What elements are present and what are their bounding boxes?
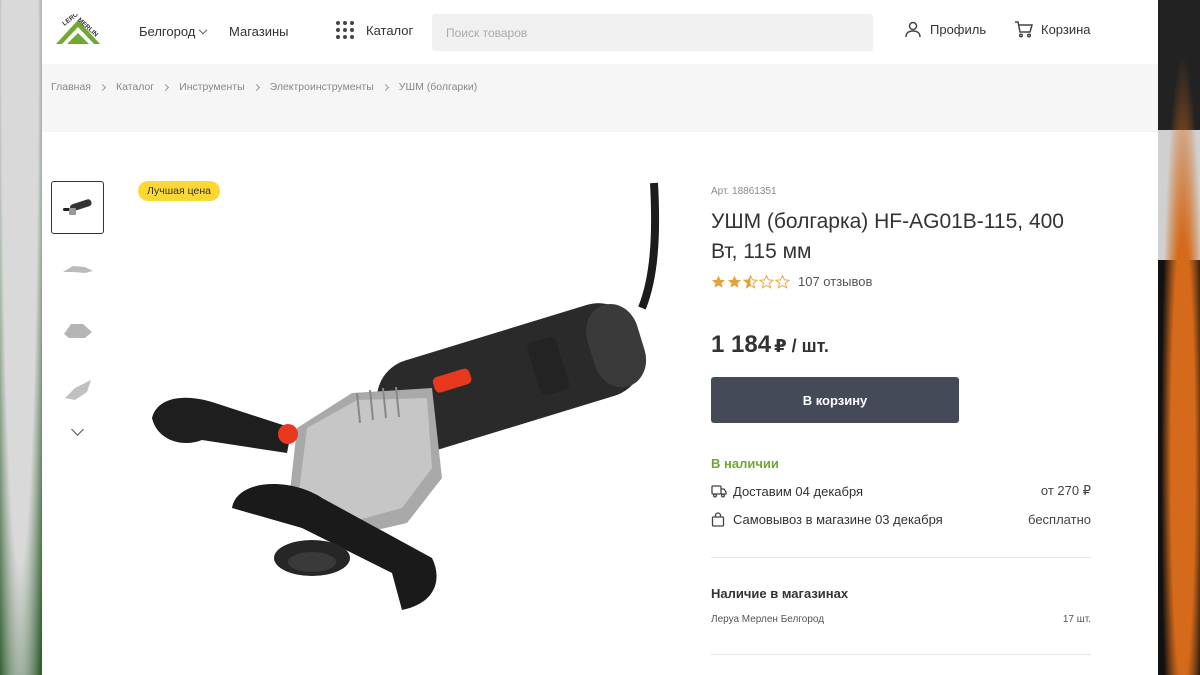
product-title: УШМ (болгарка) HF-AG01B-115, 400 Вт, 115… <box>711 210 1064 263</box>
thumbnail-item[interactable] <box>51 364 104 417</box>
product-image[interactable] <box>142 178 682 623</box>
product-rating: 107 отзывов <box>711 274 872 289</box>
reviews-link[interactable]: 107 отзывов <box>798 274 872 289</box>
stock-status: В наличии <box>711 456 779 471</box>
thumbnail-list <box>51 181 104 445</box>
star-empty-icon <box>775 274 790 289</box>
store-availability-title: Наличие в магазинах <box>711 586 849 601</box>
city-label: Белгород <box>139 24 196 39</box>
pickup-row: Самовывоз в магазине 03 декабря бесплатн… <box>711 511 1091 527</box>
search-input[interactable] <box>432 14 873 51</box>
price-value: 1 184 <box>711 331 772 358</box>
breadcrumb-item[interactable]: Каталог <box>116 81 154 93</box>
delivery-row: Доставим 04 декабря от 270 ₽ <box>711 483 1091 499</box>
truck-icon <box>711 483 727 499</box>
cart-link[interactable]: Корзина <box>1014 20 1091 38</box>
catalog-button[interactable]: Каталог <box>336 21 413 39</box>
profile-label: Профиль <box>930 21 987 37</box>
leroy-merlin-logo[interactable]: LEROY MERLIN <box>52 8 104 48</box>
thumbnail-item[interactable] <box>51 181 104 234</box>
store-quantity: 17 шт. <box>1062 614 1091 625</box>
divider <box>711 654 1091 655</box>
angle-grinder-thumb-icon <box>62 265 93 273</box>
angle-grinder-thumb-icon <box>63 323 92 338</box>
star-half-icon <box>743 274 758 289</box>
background-left <box>0 0 42 675</box>
breadcrumb-item-current[interactable]: УШМ (болгарки) <box>399 81 477 93</box>
rating-stars <box>711 274 790 289</box>
catalog-label: Каталог <box>366 22 414 38</box>
article-number: Арт. 18861351 <box>711 186 777 197</box>
star-full-icon <box>711 275 726 288</box>
breadcrumb-item[interactable]: Электроинструменты <box>270 81 374 93</box>
delivery-label: Доставим 04 декабря <box>733 483 864 499</box>
profile-link[interactable]: Профиль <box>904 20 986 38</box>
breadcrumb-item[interactable]: Главная <box>51 81 91 93</box>
angle-grinder-thumb-icon <box>62 198 92 215</box>
add-to-cart-button[interactable]: В корзину <box>711 377 959 423</box>
pickup-label: Самовывоз в магазине 03 декабря <box>733 511 943 527</box>
angle-grinder-thumb-icon <box>64 379 91 400</box>
background-right <box>1158 0 1200 675</box>
chevron-down-icon <box>199 25 208 35</box>
product-page: LEROY MERLIN Белгород Магазины Каталог П… <box>42 0 1158 675</box>
store-name: Леруа Мерлен Белгород <box>711 614 825 625</box>
cart-icon <box>1015 21 1033 38</box>
thumbnail-item[interactable] <box>51 303 104 356</box>
breadcrumb: Главная Каталог Инструменты Электроинстр… <box>51 81 477 93</box>
thumbnails-next-button[interactable] <box>51 423 104 445</box>
chevron-right-icon <box>252 83 260 91</box>
chevron-right-icon <box>98 83 107 91</box>
divider <box>711 557 1091 558</box>
delivery-price: от 270 ₽ <box>1040 483 1091 498</box>
site-header: LEROY MERLIN Белгород Магазины Каталог П… <box>42 0 1158 64</box>
store-availability-row[interactable]: Леруа Мерлен Белгород 17 шт. <box>711 614 1091 625</box>
price-unit: ₽ / шт. <box>774 336 829 356</box>
chevron-down-icon <box>71 423 84 436</box>
thumbnail-item[interactable] <box>51 242 104 295</box>
product-price: 1 184 ₽ / шт. <box>711 331 829 359</box>
city-selector[interactable]: Белгород <box>139 24 208 39</box>
grid-icon <box>336 21 354 39</box>
bag-icon <box>711 511 727 527</box>
chevron-right-icon <box>162 83 170 91</box>
chevron-right-icon <box>381 83 389 91</box>
breadcrumb-item[interactable]: Инструменты <box>179 81 244 93</box>
pickup-price: бесплатно <box>1028 511 1091 527</box>
cart-label: Корзина <box>1041 21 1091 37</box>
breadcrumb-band: Главная Каталог Инструменты Электроинстр… <box>42 64 1158 132</box>
stores-link[interactable]: Магазины <box>229 24 289 39</box>
star-empty-icon <box>759 274 774 289</box>
user-icon <box>905 21 921 38</box>
star-full-icon <box>727 275 742 288</box>
